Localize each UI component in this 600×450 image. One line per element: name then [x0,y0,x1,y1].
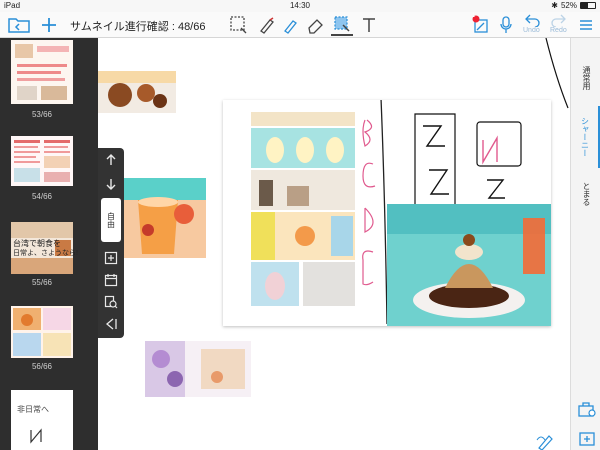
lasso-select-icon[interactable] [228,14,250,36]
page-spread[interactable] [223,100,551,326]
floating-toolbar: 自由 [98,148,124,338]
redo-label[interactable]: Redo [550,27,567,34]
thumbnail-53[interactable] [11,40,73,104]
photo-iced-tea[interactable] [124,178,206,258]
undo-icon[interactable] [522,12,542,28]
side-tab-journey[interactable]: シャーニー [572,106,600,168]
right-sidebar: 通常用 シャーニー とまる [570,38,600,450]
status-bar: iPad 14:30 ✱ 52% [0,0,600,12]
thumbnail-label-55: 55/66 [31,278,53,287]
add-page-icon[interactable] [101,248,121,268]
bluetooth-icon: ✱ [551,1,558,10]
canvas[interactable] [98,38,570,450]
document-title: サムネイル進行確認 : 48/66 [70,21,206,33]
toolbar: サムネイル進行確認 : 48/66 1 Undo Redo [0,12,600,38]
thumbnail-55[interactable]: 台湾で朝食を 日常よ、さようなら! [11,222,78,274]
clock: 14:30 [289,1,311,10]
add-page-icon[interactable] [38,14,60,36]
free-mode-toggle[interactable]: 自由 [101,198,121,242]
side-tab-normal-label: 通常用 [582,66,591,90]
side-tab-stay[interactable]: とまる [572,176,600,212]
thumbnail-panel: 53/66 54/66 台湾で朝食を 日常よ、さようなら! 55/66 56/6… [0,38,98,450]
side-tab-normal[interactable]: 通常用 [572,58,600,98]
status-right: ✱ 52% [551,1,596,10]
touch-pen-icon[interactable] [535,432,557,450]
text-tool-icon[interactable] [358,14,380,36]
thumbnail-57[interactable]: 非日常へ [11,390,73,450]
thumbnail-54[interactable] [11,136,73,186]
arrow-down-icon[interactable] [101,174,121,194]
microphone-icon[interactable] [496,14,516,36]
thumbnail-text-57: 非日常へ [17,405,49,414]
side-tab-journey-label: シャーニー [580,117,590,157]
notification-badge: 1 [472,13,476,19]
arrow-up-icon[interactable] [101,150,121,170]
add-sheet-icon[interactable] [577,430,597,448]
folder-icon[interactable] [6,14,32,36]
thumbnail-label-56: 56/66 [31,362,53,371]
collapse-panel-icon[interactable] [101,314,121,334]
photo-flowers[interactable] [145,341,251,397]
toolbox-settings-icon[interactable] [577,400,597,418]
menu-icon[interactable] [577,14,595,36]
page-search-icon[interactable] [101,292,121,312]
undo-label[interactable]: Undo [523,27,540,34]
fountain-pen-icon[interactable] [256,14,278,36]
battery-icon [580,2,596,9]
photo-cake-top[interactable] [98,71,176,113]
thumbnail-56[interactable] [11,306,73,358]
highlighter-icon[interactable] [280,14,302,36]
image-select-icon[interactable] [331,14,353,36]
redo-icon[interactable] [549,12,569,28]
side-tab-stay-label: とまる [582,182,591,206]
thumbnail-label-53: 53/66 [31,110,53,119]
free-mode-label: 自由 [106,212,116,228]
battery-percent: 52% [560,1,577,10]
calendar-icon[interactable] [101,270,121,290]
thumbnail-label-54: 54/66 [31,192,53,201]
thumbnail-text-55-line2: 日常よ、さようなら! [13,250,78,257]
eraser-icon[interactable] [305,14,327,36]
freehand-stroke [545,38,569,109]
